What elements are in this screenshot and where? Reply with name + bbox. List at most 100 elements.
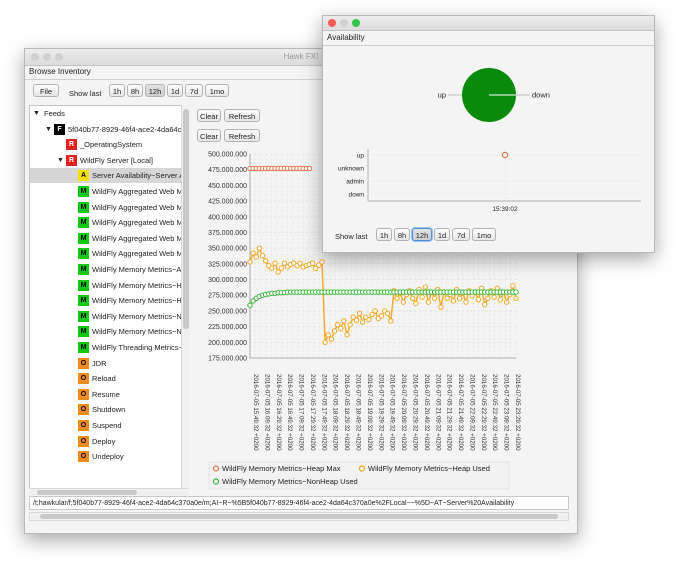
tree-item[interactable]: MWildFly Memory Metrics~NonHeap — [30, 309, 182, 324]
status-path-field[interactable]: /t;hawkular/f;5f040b77-8929-46f4-ace2-4d… — [29, 496, 569, 510]
tree-item[interactable]: MWildFly Aggregated Web Metrics — [30, 200, 182, 215]
tree-item[interactable]: MWildFly Aggregated Web Metrics — [30, 215, 182, 230]
tree-item-label: WildFly Aggregated Web Metrics — [92, 218, 183, 228]
tree-type-badge: M — [78, 248, 89, 260]
main-range-7d[interactable]: 7d — [185, 84, 203, 97]
browse-inventory-tab[interactable]: Browse Inventory — [25, 66, 329, 78]
status-hscroll-thumb[interactable] — [40, 514, 558, 519]
tree-type-badge: M — [78, 201, 89, 213]
timeline-point — [501, 151, 509, 159]
tree-item[interactable]: R _OperatingSystem — [30, 137, 182, 152]
tree-item-label: Server Availability~Server Availability — [92, 171, 182, 181]
tree-item-label: WildFly Aggregated Web Metrics — [92, 187, 183, 196]
timeline-y-label: unknown — [338, 166, 364, 173]
refresh-button-1[interactable]: Refresh — [224, 109, 260, 122]
tree-item[interactable]: AServer Availability~Server Availability — [30, 168, 182, 184]
tree-item-label: WildFly Memory Metrics~Accumulated — [92, 265, 182, 274]
main-range-1d[interactable]: 1d — [167, 84, 183, 97]
tree-item-label: Deploy — [92, 436, 116, 446]
tree-item-label: WildFly Aggregated Web Metrics — [92, 249, 183, 259]
tree-type-badge: M — [78, 217, 89, 229]
main-range-1mo[interactable]: 1mo — [205, 84, 229, 97]
tree-type-badge: O — [78, 420, 89, 431]
availability-range-1h[interactable]: 1h — [376, 228, 392, 241]
tree-item[interactable]: O JDR — [30, 356, 182, 371]
tree-item-label: Resume — [92, 389, 120, 399]
availability-window: Availability up down up unknown admin down 15:… — [322, 15, 655, 253]
tree-item[interactable]: O Resume — [30, 387, 182, 402]
tree-item-label: 5f040b77-8929-46f4-ace2-4da64c370a0e — [68, 124, 182, 134]
inventory-tree[interactable]: ▼Feeds▼F5f040b77-8929-46f4-ace2-4da64c37… — [29, 105, 183, 490]
availability-range-1d[interactable]: 1d — [434, 228, 450, 241]
tree-item[interactable]: MWildFly Aggregated Web Metrics — [30, 246, 182, 261]
tree-item[interactable]: MWildFly Aggregated Web Metrics — [30, 231, 182, 246]
tree-item[interactable]: MWildFly Aggregated Web Metrics — [30, 184, 182, 199]
timeline-y-label: down — [348, 192, 364, 199]
tree-item[interactable]: ▼ R WildFly Server [Local] — [30, 153, 182, 168]
tree-type-badge: O — [78, 357, 89, 369]
clear-button-2[interactable]: Clear — [197, 129, 221, 142]
tree-item[interactable]: MWildFly Memory Metrics~Heap Used — [30, 293, 182, 308]
tree-item[interactable]: O Undeploy — [30, 449, 182, 464]
tree-item-label: WildFly Memory Metrics~NonHeap Used — [92, 327, 182, 337]
tree-item[interactable]: ▼F5f040b77-8929-46f4-ace2-4da64c370a0e — [30, 122, 182, 137]
timeline-x-label: 15:39:02 — [492, 206, 518, 213]
tree-type-badge: O — [78, 373, 89, 385]
tree-type-badge: M — [78, 295, 89, 307]
tree-type-badge: O — [78, 404, 89, 416]
expand-triangle-icon[interactable]: ▼ — [45, 122, 52, 137]
tree-item[interactable]: ▼ Feeds — [30, 106, 182, 121]
tree-scroll-thumb[interactable] — [183, 109, 189, 329]
tree-item-label: WildFly Memory Metrics~Heap Max — [92, 280, 182, 290]
file-button[interactable]: File — [33, 84, 59, 97]
tree-type-badge: M — [78, 186, 89, 197]
tree-type-badge: M — [78, 264, 89, 275]
tree-item-label: Feeds — [44, 109, 65, 118]
availability-show-last-label: Show last — [335, 232, 368, 241]
availability-range-8h[interactable]: 8h — [394, 228, 410, 241]
tree-item-label: _OperatingSystem — [80, 140, 143, 150]
tree-type-badge: F — [54, 123, 65, 135]
availability-range-12h[interactable]: 12h — [412, 228, 432, 241]
tree-item[interactable]: O Suspend — [30, 418, 182, 433]
refresh-button-2[interactable]: Refresh — [224, 129, 260, 142]
tree-item-label: WildFly Aggregated Web Metrics — [92, 202, 183, 212]
tree-item-label: Undeploy — [92, 452, 124, 462]
tree-item-label: WildFly Memory Metrics~NonHeap — [92, 311, 182, 321]
tree-item-label: WildFly Aggregated Web Metrics — [92, 233, 183, 243]
tree-item[interactable]: MWildFly Memory Metrics~Heap Max — [30, 278, 182, 293]
tree-type-badge: M — [78, 232, 89, 244]
status-horizontal-scrollbar[interactable] — [29, 512, 569, 521]
expand-triangle-icon[interactable]: ▼ — [33, 106, 40, 121]
tree-item-label: Shutdown — [92, 405, 126, 415]
tree-item[interactable]: MWildFly Memory Metrics~NonHeap Used — [30, 324, 182, 339]
tree-vertical-scrollbar[interactable] — [181, 105, 190, 488]
tree-item-label: Suspend — [92, 421, 122, 430]
tree-item-label: Reload — [92, 374, 116, 384]
tree-horizontal-scrollbar[interactable] — [29, 488, 189, 496]
tree-item[interactable]: MWildFly Threading Metrics~Thread Count — [30, 340, 182, 355]
pie-label-up: up — [438, 91, 446, 100]
expand-triangle-icon[interactable]: ▼ — [57, 153, 64, 168]
availability-charts: up down up unknown admin down 15:39:02 — [338, 68, 641, 213]
tree-item[interactable]: O Reload — [30, 371, 182, 386]
tree-hscroll-thumb[interactable] — [37, 490, 137, 495]
main-range-8h[interactable]: 8h — [127, 84, 143, 97]
tree-type-badge: R — [66, 139, 77, 151]
tree-item-label: JDR — [92, 358, 107, 368]
pie-label-down: down — [532, 91, 550, 100]
show-last-label: Show last — [69, 89, 102, 98]
tree-type-badge: M — [78, 279, 89, 291]
tree-type-badge: A — [78, 170, 89, 182]
clear-button-1[interactable]: Clear — [197, 109, 221, 122]
tree-item[interactable]: O Shutdown — [30, 402, 182, 417]
availability-range-7d[interactable]: 7d — [452, 228, 470, 241]
tree-type-badge: O — [78, 388, 89, 400]
tree-item-label: WildFly Threading Metrics~Thread Count — [92, 343, 182, 352]
tree-item[interactable]: MWildFly Memory Metrics~Accumulated — [30, 262, 182, 277]
tree-item[interactable]: O Deploy — [30, 434, 182, 449]
main-range-12h[interactable]: 12h — [145, 84, 165, 97]
main-range-1h[interactable]: 1h — [109, 84, 125, 97]
availability-range-1mo[interactable]: 1mo — [472, 228, 496, 241]
timeline-y-label: up — [357, 153, 365, 160]
